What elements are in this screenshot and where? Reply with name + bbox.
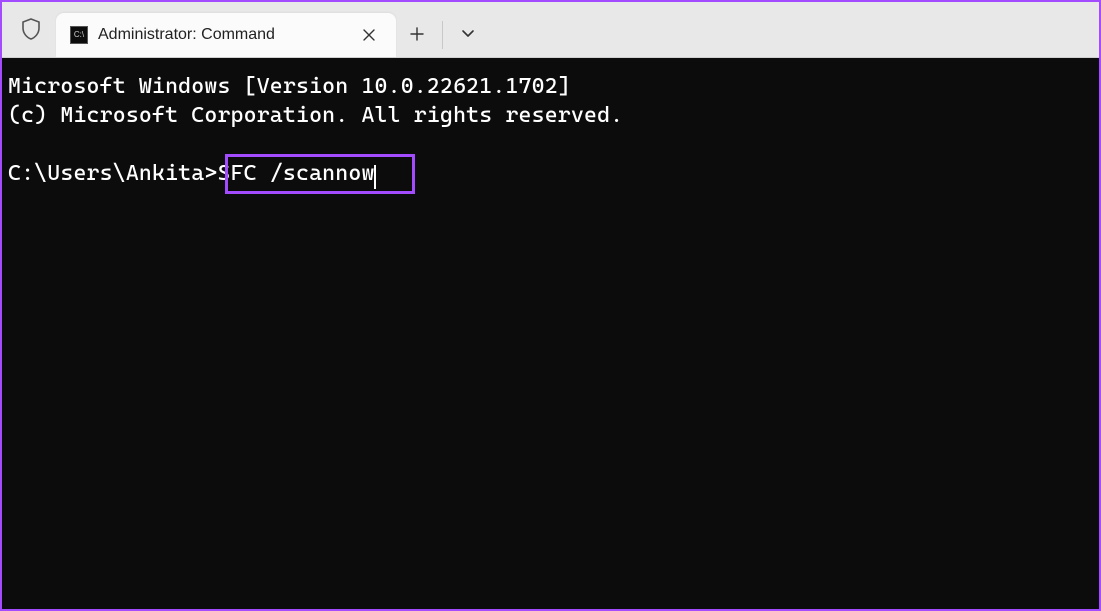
terminal-body[interactable]: Microsoft Windows [Version 10.0.22621.17…: [2, 58, 1099, 609]
new-tab-button[interactable]: [396, 13, 438, 55]
close-icon[interactable]: [356, 22, 382, 48]
terminal-line-version: Microsoft Windows [Version 10.0.22621.17…: [8, 74, 571, 99]
text-cursor: [374, 165, 376, 189]
tab-bar-divider: [442, 21, 443, 49]
terminal-prompt: C:\Users\Ankita>: [8, 161, 217, 186]
terminal-command: SFC /scannow: [217, 161, 374, 186]
tab-title: Administrator: Command: [98, 26, 346, 44]
terminal-window: C:\ Administrator: Command Microsoft Win…: [0, 0, 1101, 611]
title-bar: C:\ Administrator: Command: [2, 2, 1099, 58]
terminal-line-copyright: (c) Microsoft Corporation. All rights re…: [8, 103, 623, 128]
tab-active[interactable]: C:\ Administrator: Command: [56, 13, 396, 57]
chevron-down-icon[interactable]: [447, 13, 489, 55]
shield-icon: [12, 9, 50, 49]
cmd-icon: C:\: [70, 26, 88, 44]
terminal-prompt-line: C:\Users\Ankita>SFC /scannow: [8, 161, 376, 186]
